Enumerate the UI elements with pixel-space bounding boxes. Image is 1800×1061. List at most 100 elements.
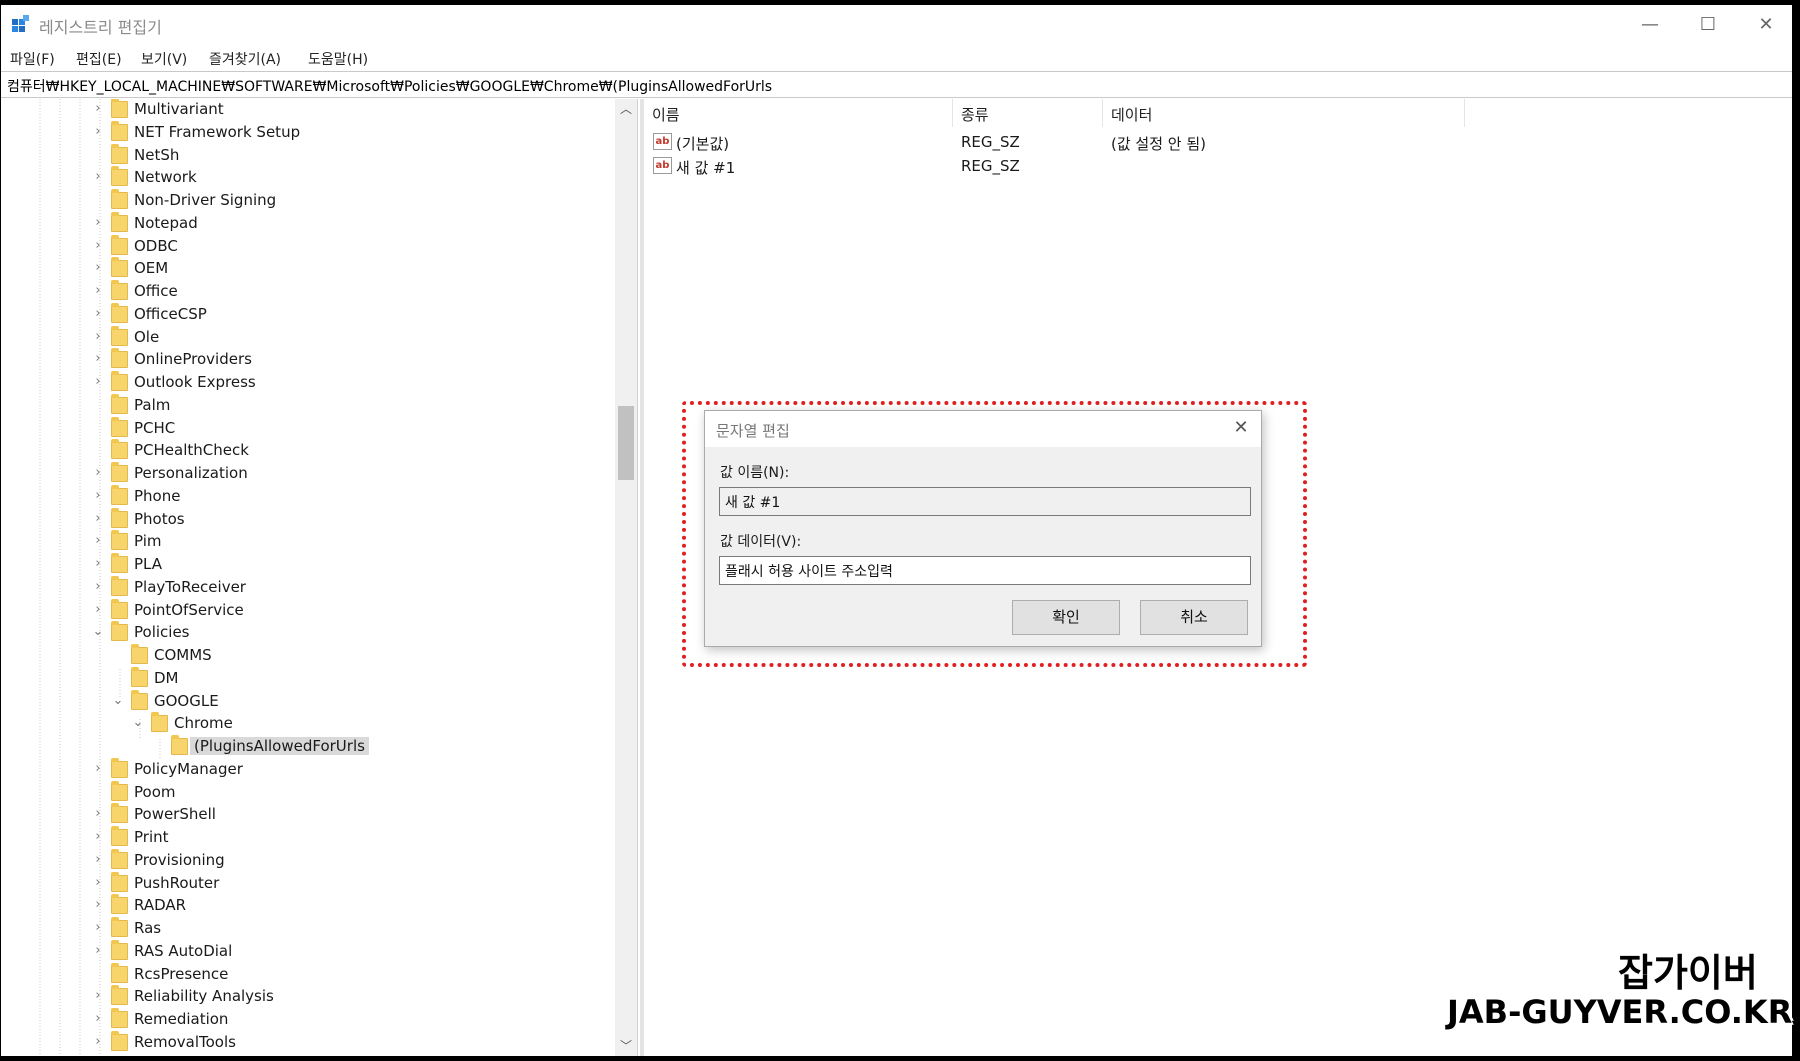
tree-item[interactable]: › PointOfService bbox=[1, 598, 521, 622]
tree-item[interactable]: Non-Driver Signing bbox=[1, 189, 521, 212]
tree-item[interactable]: › PushRouter bbox=[1, 871, 521, 895]
menu-edit[interactable]: 편집(E) bbox=[76, 49, 122, 69]
expand-arrow-icon[interactable]: › bbox=[92, 807, 104, 821]
address-bar[interactable]: 컴퓨터₩HKEY_LOCAL_MACHINE₩SOFTWARE₩Microsof… bbox=[1, 71, 1792, 98]
scroll-up-arrow-icon[interactable]: ︿ bbox=[615, 99, 637, 119]
tree-item[interactable]: › Office bbox=[1, 280, 521, 303]
tree-item[interactable]: › Personalization bbox=[1, 462, 521, 485]
tree-item[interactable]: › ODBC bbox=[1, 234, 521, 258]
tree-item[interactable]: › Phone bbox=[1, 484, 521, 508]
menu-help[interactable]: 도움말(H) bbox=[308, 49, 368, 69]
tree-item[interactable]: › PlayToReceiver bbox=[1, 575, 521, 599]
tree-item[interactable]: › PolicyManager bbox=[1, 757, 521, 781]
scroll-thumb[interactable] bbox=[618, 406, 634, 480]
close-button[interactable]: ✕ bbox=[1751, 13, 1781, 37]
tree-item[interactable]: ⌄ Policies bbox=[1, 621, 521, 644]
expand-arrow-icon[interactable]: › bbox=[92, 921, 104, 935]
expand-arrow-icon[interactable]: › bbox=[92, 238, 104, 253]
tree-item[interactable]: › Provisioning bbox=[1, 848, 521, 872]
expand-arrow-icon[interactable]: › bbox=[92, 329, 104, 344]
column-header-type[interactable]: 종류 bbox=[953, 99, 1103, 127]
tree-item[interactable]: DM bbox=[1, 666, 521, 690]
expand-arrow-icon[interactable]: › bbox=[92, 602, 104, 617]
expand-arrow-icon[interactable]: › bbox=[92, 488, 104, 503]
expand-arrow-icon[interactable]: › bbox=[92, 1034, 104, 1049]
expand-arrow-icon[interactable]: › bbox=[92, 875, 104, 890]
value-row[interactable]: ab 새 값 #1 REG_SZ bbox=[644, 155, 1544, 177]
expand-arrow-icon[interactable]: › bbox=[92, 943, 104, 958]
tree-item[interactable]: › Multivariant bbox=[1, 99, 521, 121]
expand-arrow-icon[interactable]: › bbox=[92, 898, 104, 912]
title-bar[interactable]: 레지스트리 편집기 — ☐ ✕ bbox=[1, 5, 1792, 45]
tree-item[interactable]: PCHC bbox=[1, 416, 521, 440]
column-header-name[interactable]: 이름 bbox=[644, 99, 953, 127]
tree-item[interactable]: › Print bbox=[1, 826, 521, 849]
tree-item[interactable]: › Pim bbox=[1, 530, 521, 553]
expand-arrow-icon[interactable]: › bbox=[92, 534, 104, 548]
registry-app-icon bbox=[12, 15, 29, 32]
tree-item[interactable]: › Ole bbox=[1, 325, 521, 349]
menu-view[interactable]: 보기(V) bbox=[141, 49, 187, 69]
ok-button[interactable]: 확인 bbox=[1012, 600, 1120, 635]
expand-arrow-icon[interactable]: › bbox=[92, 124, 104, 139]
expand-arrow-icon[interactable]: › bbox=[92, 989, 104, 1003]
tree-item[interactable]: › Outlook Express bbox=[1, 371, 521, 394]
expand-arrow-icon[interactable]: › bbox=[92, 761, 104, 776]
collapse-arrow-icon[interactable]: ⌄ bbox=[92, 625, 104, 639]
tree-item[interactable]: NetSh bbox=[1, 143, 521, 167]
collapse-arrow-icon[interactable]: ⌄ bbox=[132, 716, 144, 730]
tree-item[interactable]: Palm bbox=[1, 393, 521, 417]
tree-item[interactable]: › RADAR bbox=[1, 894, 521, 917]
value-data-field[interactable] bbox=[719, 556, 1251, 585]
tree-item[interactable]: › OfficeCSP bbox=[1, 302, 521, 326]
tree-item[interactable]: (PluginsAllowedForUrls bbox=[1, 735, 521, 758]
tree-item[interactable]: › RAS AutoDial bbox=[1, 939, 521, 963]
tree-item[interactable]: › PowerShell bbox=[1, 803, 521, 826]
tree-scrollbar[interactable]: ︿ ﹀ bbox=[615, 99, 637, 1056]
expand-arrow-icon[interactable]: › bbox=[92, 511, 104, 526]
expand-arrow-icon[interactable]: › bbox=[92, 1012, 104, 1026]
expand-arrow-icon[interactable]: › bbox=[92, 102, 104, 116]
menu-favorites[interactable]: 즐겨찾기(A) bbox=[209, 49, 281, 69]
expand-arrow-icon[interactable]: › bbox=[92, 557, 104, 571]
collapse-arrow-icon[interactable]: ⌄ bbox=[112, 693, 124, 708]
tree-item[interactable]: › Ras bbox=[1, 917, 521, 940]
dialog-title-bar[interactable]: 문자열 편집 ✕ bbox=[705, 411, 1261, 447]
expand-arrow-icon[interactable]: › bbox=[92, 215, 104, 230]
scroll-down-arrow-icon[interactable]: ﹀ bbox=[615, 1036, 637, 1056]
tree-item[interactable]: ⌄ GOOGLE bbox=[1, 689, 521, 713]
tree-item[interactable]: › Notepad bbox=[1, 211, 521, 235]
tree-item[interactable]: Poom bbox=[1, 780, 521, 804]
dialog-close-icon[interactable]: ✕ bbox=[1229, 416, 1253, 440]
expand-arrow-icon[interactable]: › bbox=[92, 170, 104, 184]
cancel-button[interactable]: 취소 bbox=[1140, 600, 1248, 635]
tree-item[interactable]: › Remediation bbox=[1, 1008, 521, 1031]
value-row[interactable]: ab (기본값) REG_SZ (값 설정 안 됨) bbox=[644, 131, 1544, 153]
tree-item[interactable]: › RemovalTools bbox=[1, 1030, 521, 1054]
tree-item[interactable]: RcsPresence bbox=[1, 962, 521, 986]
tree-item[interactable]: › OnlineProviders bbox=[1, 348, 521, 371]
tree-item[interactable]: COMMS bbox=[1, 644, 521, 667]
tree-item[interactable]: › PLA bbox=[1, 553, 521, 576]
value-name-field[interactable] bbox=[719, 487, 1251, 516]
expand-arrow-icon[interactable]: › bbox=[92, 579, 104, 594]
expand-arrow-icon[interactable]: › bbox=[92, 284, 104, 298]
tree-item[interactable]: › Network bbox=[1, 166, 521, 189]
tree-item[interactable]: › NET Framework Setup bbox=[1, 120, 521, 144]
column-header-data[interactable]: 데이터 bbox=[1103, 99, 1465, 127]
expand-arrow-icon[interactable]: › bbox=[92, 261, 104, 275]
menu-file[interactable]: 파일(F) bbox=[10, 49, 55, 69]
tree-item[interactable]: › Reliability Analysis bbox=[1, 985, 521, 1008]
expand-arrow-icon[interactable]: › bbox=[92, 466, 104, 480]
expand-arrow-icon[interactable]: › bbox=[92, 852, 104, 867]
expand-arrow-icon[interactable]: › bbox=[92, 306, 104, 321]
tree-item[interactable]: › Photos bbox=[1, 507, 521, 531]
expand-arrow-icon[interactable]: › bbox=[92, 830, 104, 844]
tree-item[interactable]: ⌄ Chrome bbox=[1, 712, 521, 735]
maximize-button[interactable]: ☐ bbox=[1693, 13, 1723, 37]
expand-arrow-icon[interactable]: › bbox=[92, 375, 104, 389]
expand-arrow-icon[interactable]: › bbox=[92, 352, 104, 366]
minimize-button[interactable]: — bbox=[1635, 13, 1665, 37]
tree-item[interactable]: PCHealthCheck bbox=[1, 439, 521, 462]
tree-item[interactable]: › OEM bbox=[1, 257, 521, 280]
